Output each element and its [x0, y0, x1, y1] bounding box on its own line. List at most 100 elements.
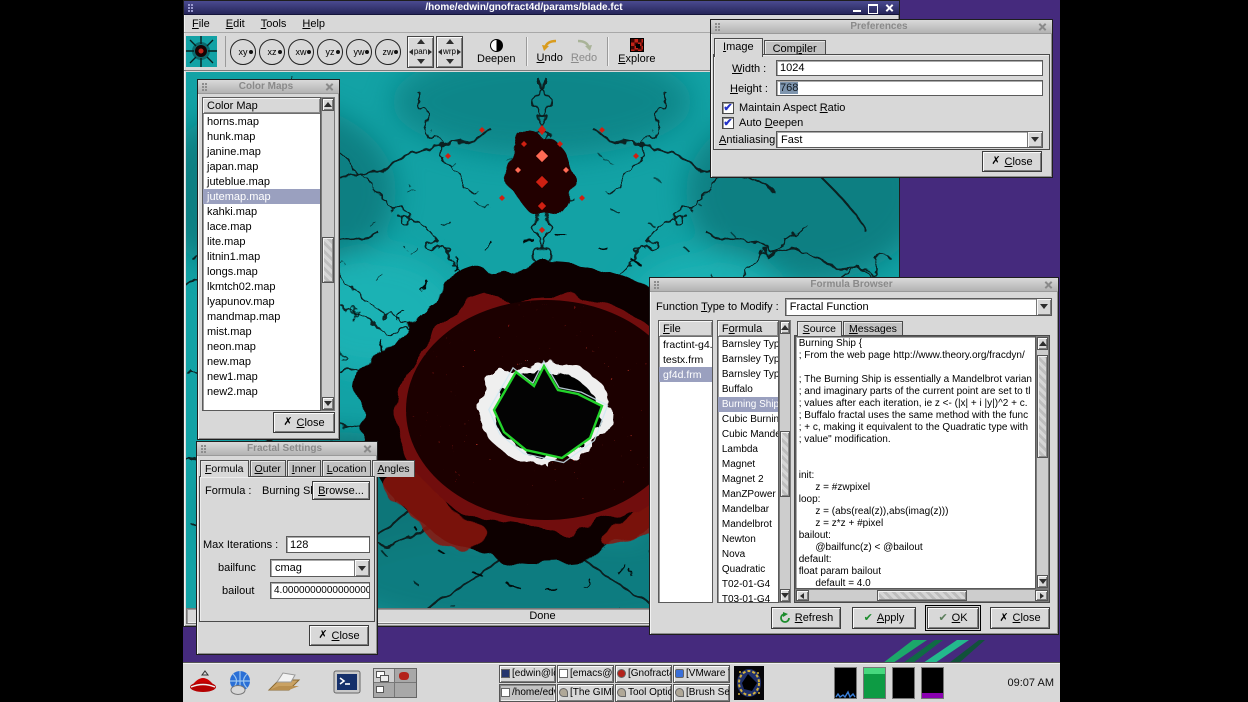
- formula-row[interactable]: T02-01-G4: [718, 577, 778, 592]
- monitor-applet-swap[interactable]: [921, 667, 944, 699]
- deepen-button[interactable]: Deepen: [473, 39, 520, 65]
- color-map-row[interactable]: lite.map: [203, 234, 320, 249]
- window-menu-grip-icon[interactable]: [187, 3, 195, 12]
- combo-arrow-icon[interactable]: [354, 560, 369, 576]
- workspace-3[interactable]: [374, 683, 395, 697]
- color-map-row[interactable]: horns.map: [203, 114, 320, 129]
- rotate-axis-button[interactable]: xz: [259, 39, 285, 65]
- workspace-1[interactable]: [374, 669, 395, 683]
- max-iterations-field[interactable]: 128: [286, 536, 370, 553]
- formula-row[interactable]: ManZPower: [718, 487, 778, 502]
- spinner-button[interactable]: pan: [407, 36, 434, 68]
- main-titlebar[interactable]: /home/edwin/gnofract4d/params/blade.fct: [184, 1, 899, 15]
- formula-row[interactable]: Barnsley Type 2: [718, 352, 778, 367]
- formula-browser-titlebar[interactable]: Formula Browser: [650, 278, 1058, 292]
- browse-button[interactable]: Browse...: [312, 481, 370, 500]
- taskbar-window-button[interactable]: [Gnofract4: [615, 665, 672, 683]
- file-row[interactable]: testx.frm: [659, 352, 712, 367]
- rotate-axis-button[interactable]: xy: [230, 39, 256, 65]
- minimize-icon[interactable]: [852, 3, 863, 13]
- scroll-right-icon[interactable]: [1035, 590, 1048, 601]
- color-map-row[interactable]: hunk.map: [203, 129, 320, 144]
- monitor-applet-blank[interactable]: [892, 667, 915, 699]
- formula-row[interactable]: Quadratic: [718, 562, 778, 577]
- maintain-aspect-checkbox[interactable]: [722, 102, 734, 114]
- height-field[interactable]: 768: [776, 80, 1043, 96]
- formula-row[interactable]: Buffalo: [718, 382, 778, 397]
- width-field[interactable]: 1024: [776, 60, 1043, 76]
- monitor-applet-network[interactable]: [834, 667, 857, 699]
- preferences-titlebar[interactable]: Preferences: [711, 20, 1052, 34]
- close-icon[interactable]: [1037, 22, 1048, 32]
- color-map-row[interactable]: juteblue.map: [203, 174, 320, 189]
- undo-button[interactable]: Undo: [533, 39, 567, 64]
- workspace-4[interactable]: [395, 683, 416, 697]
- spin-down-icon[interactable]: [417, 59, 425, 64]
- taskbar-window-button[interactable]: Tool Optic: [615, 684, 672, 702]
- workspace-pager[interactable]: [373, 668, 417, 698]
- taskbar-window-button[interactable]: [emacs@l: [557, 665, 614, 683]
- menu-item[interactable]: Tools: [253, 16, 295, 32]
- scroll-up-icon[interactable]: [780, 321, 790, 334]
- color-map-row[interactable]: new.map: [203, 354, 320, 369]
- rotate-axis-button[interactable]: xw: [288, 39, 314, 65]
- taskbar-window-button[interactable]: [edwin@lc: [499, 665, 556, 683]
- taskbar-window-button[interactable]: [Brush Se: [673, 684, 730, 702]
- color-map-row[interactable]: new1.map: [203, 369, 320, 384]
- antialiasing-combo[interactable]: Fast: [776, 131, 1043, 148]
- scroll-down-icon[interactable]: [1037, 575, 1048, 588]
- function-type-combo[interactable]: Fractal Function: [785, 298, 1052, 316]
- formula-browser-close-button[interactable]: ✗ Close: [990, 607, 1050, 629]
- menu-item[interactable]: File: [184, 16, 218, 32]
- window-menu-grip-icon[interactable]: [201, 82, 209, 91]
- formula-list-scrollbar[interactable]: [779, 320, 791, 603]
- color-map-row[interactable]: mandmap.map: [203, 309, 320, 324]
- formula-row[interactable]: Barnsley Type 3: [718, 367, 778, 382]
- redhat-menu-icon[interactable]: [187, 669, 219, 697]
- color-map-row[interactable]: lace.map: [203, 219, 320, 234]
- rotate-axis-button[interactable]: zw: [375, 39, 401, 65]
- source-tab[interactable]: Source: [797, 321, 842, 336]
- combo-arrow-icon[interactable]: [1036, 299, 1051, 315]
- rotate-axis-button[interactable]: yw: [346, 39, 372, 65]
- color-map-column-header[interactable]: Color Map: [203, 98, 320, 114]
- close-icon[interactable]: [1043, 280, 1054, 290]
- close-icon[interactable]: [362, 444, 373, 454]
- bailfunc-combo[interactable]: cmag: [270, 559, 370, 577]
- color-map-row[interactable]: mist.map: [203, 324, 320, 339]
- taskbar-window-button[interactable]: [VMware V: [673, 665, 730, 683]
- settings-tab[interactable]: Outer: [250, 460, 286, 477]
- window-menu-grip-icon[interactable]: [653, 280, 661, 289]
- source-tab[interactable]: Messages: [843, 321, 903, 336]
- fractal-settings-close-button[interactable]: ✗ Close: [309, 625, 369, 646]
- color-maps-titlebar[interactable]: Color Maps: [198, 80, 339, 94]
- workspace-2[interactable]: [395, 669, 416, 683]
- settings-tab[interactable]: Location: [322, 460, 372, 477]
- color-map-row[interactable]: litnin1.map: [203, 249, 320, 264]
- scroll-down-icon[interactable]: [322, 397, 334, 410]
- spin-up-icon[interactable]: [446, 39, 454, 44]
- color-map-row[interactable]: janine.map: [203, 144, 320, 159]
- fractal-settings-titlebar[interactable]: Fractal Settings: [197, 442, 377, 456]
- spin-up-icon[interactable]: [417, 39, 425, 44]
- formula-row[interactable]: Lambda: [718, 442, 778, 457]
- source-code-area[interactable]: Burning Ship { ; From the web page http:…: [795, 336, 1036, 589]
- preferences-close-button[interactable]: ✗ Close: [982, 151, 1042, 172]
- formula-row[interactable]: Newton: [718, 532, 778, 547]
- color-map-row[interactable]: longs.map: [203, 264, 320, 279]
- scroll-down-icon[interactable]: [780, 589, 790, 602]
- settings-tab[interactable]: Formula: [200, 460, 249, 477]
- bailout-field[interactable]: 4.0000000000000000: [270, 582, 370, 599]
- color-maps-close-button[interactable]: ✗ Close: [273, 412, 335, 433]
- color-map-row[interactable]: neon.map: [203, 339, 320, 354]
- formula-row[interactable]: Mandelbar: [718, 502, 778, 517]
- close-icon[interactable]: [884, 3, 895, 13]
- formula-row[interactable]: Magnet: [718, 457, 778, 472]
- terminal-icon[interactable]: [333, 670, 361, 696]
- file-row[interactable]: gf4d.frm: [659, 367, 712, 382]
- scroll-up-icon[interactable]: [322, 98, 334, 111]
- scroll-left-icon[interactable]: [796, 590, 809, 601]
- file-row[interactable]: fractint-g4.frm: [659, 337, 712, 352]
- window-menu-grip-icon[interactable]: [200, 444, 208, 453]
- fractal-preview-icon[interactable]: [186, 36, 217, 67]
